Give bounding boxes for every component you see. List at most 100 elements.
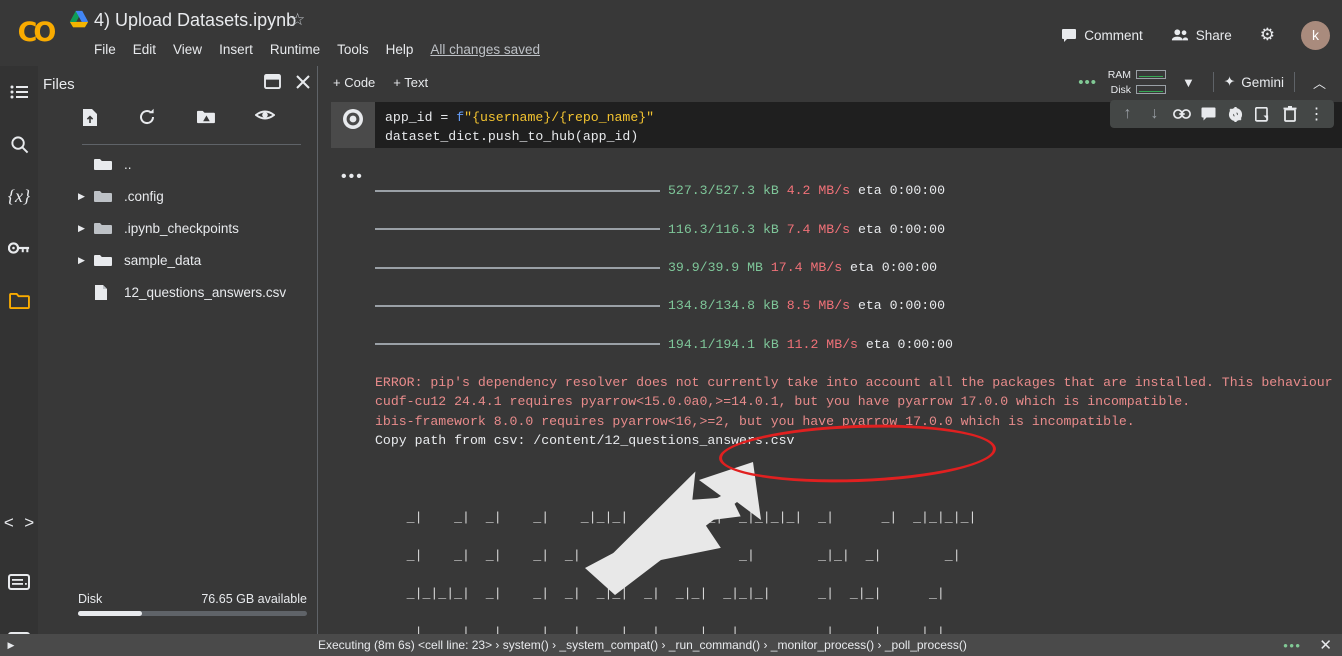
folder-icon [94, 221, 118, 235]
code-snippets-icon[interactable]: < > [0, 502, 38, 546]
more-vert-icon[interactable]: ⋮ [1303, 100, 1330, 128]
stop-running-icon [342, 108, 364, 130]
code-line-2: dataset_dict.push_to_hub(app_id) [385, 129, 638, 144]
file-label: .config [124, 189, 164, 204]
menu-item-edit[interactable]: Edit [133, 41, 156, 59]
sidebar-item-files[interactable] [0, 278, 38, 322]
add-code-cell-button[interactable]: + Code [333, 75, 375, 90]
progress-bar [375, 305, 660, 307]
menu-item-tools[interactable]: Tools [337, 41, 369, 59]
close-icon[interactable] [295, 74, 311, 90]
progress-speed: 17.4 MB/s [771, 260, 842, 275]
disk-usage-fill [78, 611, 142, 616]
ascii-art-line: _| _| _| _| _|_|_| _|_|_|_| _|_|_|_| _| … [375, 508, 1342, 527]
output-error-line: cudf-cu12 24.4.1 requires pyarrow<15.0.0… [375, 392, 1342, 411]
menu-bar: File Edit View Insert Runtime Tools Help… [94, 41, 540, 59]
progress-bar [375, 190, 660, 192]
drive-icon [68, 10, 90, 30]
disk-usage-widget: Disk 76.65 GB available [78, 592, 307, 616]
progress-size: 39.9/39.9 MB [668, 260, 763, 275]
list-item[interactable]: ▶ sample_data [38, 244, 317, 276]
chevron-right-icon[interactable]: ▶ [78, 223, 94, 234]
search-icon[interactable] [0, 122, 38, 166]
share-label: Share [1196, 28, 1232, 43]
upload-file-icon[interactable] [82, 108, 98, 127]
list-item[interactable]: ▶ .ipynb_checkpoints [38, 212, 317, 244]
move-cell-up-icon[interactable]: ↑ [1114, 100, 1141, 128]
output-error-line: ERROR: pip's dependency resolver does no… [375, 373, 1342, 392]
list-item[interactable]: 12_questions_answers.csv [38, 276, 317, 308]
menu-item-insert[interactable]: Insert [219, 41, 253, 59]
list-item[interactable]: .. [38, 148, 317, 180]
comment-icon [1061, 27, 1077, 43]
toc-icon[interactable] [0, 70, 38, 114]
file-label: 12_questions_answers.csv [124, 285, 286, 300]
ascii-art-line: _| _| _| _| _| _| _| _| _| _| _| _|_| [375, 623, 1342, 634]
status-dots-icon[interactable]: ••• [1283, 638, 1301, 653]
execution-status-label: Executing (8m 6s) <cell line: 23> › syst… [318, 638, 967, 652]
progress-speed: 4.2 MB/s [787, 183, 850, 198]
new-window-icon[interactable] [264, 74, 281, 90]
code-line-1-prefix: app_id = [385, 110, 456, 125]
page-title[interactable]: 4) Upload Datasets.ipynb [94, 7, 296, 33]
mirror-cell-icon[interactable] [1249, 100, 1276, 128]
divider [1294, 72, 1295, 92]
mount-drive-icon[interactable] [196, 108, 215, 127]
save-status-label[interactable]: All changes saved [430, 41, 540, 59]
delete-cell-icon[interactable] [1276, 100, 1303, 128]
menu-item-runtime[interactable]: Runtime [270, 41, 320, 59]
gemini-label: Gemini [1241, 75, 1284, 90]
command-palette-icon[interactable] [0, 560, 38, 604]
progress-size: 134.8/134.8 kB [668, 298, 779, 313]
expand-panel-icon[interactable]: ▶ [0, 640, 22, 651]
cell-output: 527.3/527.3 kB 4.2 MB/s eta 0:00:00 116.… [375, 162, 1342, 634]
disk-usage-bar [78, 611, 307, 616]
connection-status-dots[interactable]: ••• [1078, 74, 1097, 91]
chevron-down-icon[interactable]: ▼ [1174, 75, 1203, 90]
progress-speed: 8.5 MB/s [787, 298, 850, 313]
sparkle-icon: ✦ [1224, 74, 1235, 90]
variables-icon[interactable]: {x} [0, 174, 38, 218]
close-icon[interactable]: ✕ [1319, 636, 1332, 654]
gemini-button[interactable]: ✦ Gemini [1224, 74, 1284, 90]
files-panel: Files [38, 66, 318, 634]
people-icon [1171, 28, 1189, 42]
settings-gear-icon[interactable] [1222, 100, 1249, 128]
avatar[interactable]: k [1301, 21, 1330, 50]
chevron-right-icon[interactable]: ▶ [78, 255, 94, 266]
star-icon[interactable]: ☆ [290, 10, 305, 30]
ram-label: RAM [1107, 69, 1131, 81]
move-cell-down-icon[interactable]: ↓ [1141, 100, 1168, 128]
code-line-1-string: "{username}/{repo_name}" [464, 110, 654, 125]
share-button[interactable]: Share [1157, 20, 1246, 50]
files-toolbar [82, 108, 275, 127]
chevron-up-icon[interactable]: ︿ [1305, 73, 1334, 92]
menu-item-view[interactable]: View [173, 41, 202, 59]
add-code-label: + Code [333, 75, 375, 90]
cell-toolbar: ↑ ↓ ⋮ [1110, 100, 1334, 128]
disk-label: Disk [78, 592, 102, 606]
comment-icon[interactable] [1195, 100, 1222, 128]
progress-bar [375, 343, 660, 345]
list-item[interactable]: ▶ .config [38, 180, 317, 212]
comment-button[interactable]: Comment [1047, 20, 1157, 50]
code-fstring-prefix: f [456, 110, 464, 125]
folder-up-icon [94, 157, 118, 171]
eye-icon[interactable] [255, 108, 275, 127]
resource-meters[interactable]: RAM Disk [1107, 69, 1166, 96]
colab-logo: CO [10, 18, 60, 48]
output-more-icon[interactable]: ••• [341, 168, 364, 186]
link-icon[interactable] [1168, 100, 1195, 128]
chevron-right-icon[interactable]: ▶ [78, 191, 94, 202]
ascii-art-line: _|_|_|_| _| _| _| _|_| _| _|_| _|_|_| _|… [375, 584, 1342, 603]
menu-item-file[interactable]: File [94, 41, 116, 59]
secrets-key-icon[interactable] [0, 226, 38, 270]
file-tree: .. ▶ .config ▶ .ipynb_checkpoints ▶ [38, 148, 317, 308]
settings-button[interactable]: ⚙ [1246, 20, 1289, 50]
run-cell-button[interactable] [331, 102, 375, 148]
progress-bar [375, 228, 660, 230]
add-text-cell-button[interactable]: + Text [393, 75, 428, 90]
menu-item-help[interactable]: Help [386, 41, 414, 59]
refresh-icon[interactable] [138, 108, 156, 127]
comment-label: Comment [1084, 28, 1143, 43]
